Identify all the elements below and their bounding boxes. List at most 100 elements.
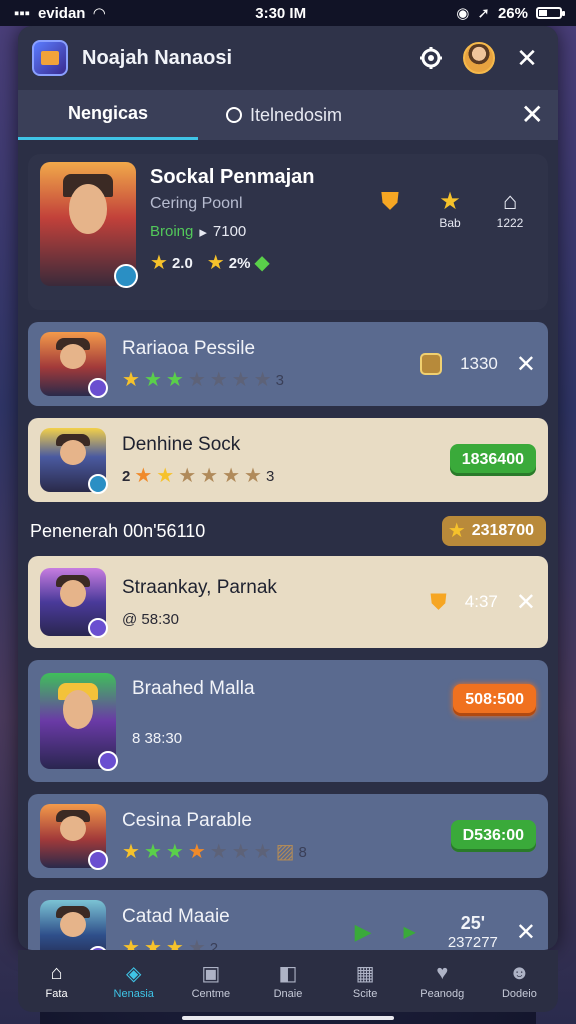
section-header: Penenerah 00n'56110 ★ 2318700 (28, 514, 548, 556)
star-icon: ★ (150, 252, 168, 274)
clock: 3:30 IM (255, 4, 307, 22)
character-portrait (40, 900, 108, 950)
status-bar: ▪▪▪ evidan ◠ 3:30 IM ◉ ➚ 26% (0, 0, 576, 26)
face (59, 815, 87, 842)
remove-button[interactable]: ✕ (516, 588, 536, 617)
action-button[interactable]: D536:00 (450, 820, 536, 852)
remove-button[interactable]: ✕ (516, 918, 536, 947)
tab-bar: Nengicas Itelnedosim ✕ (18, 90, 558, 140)
status-label: Broing (150, 223, 194, 240)
face (59, 911, 87, 938)
list-item[interactable]: Rariaoa Pessile ★ ★ ★ ★ ★ ★ ★ 3 1330 ✕ (28, 322, 548, 406)
item-values: 25' 237277 (448, 913, 498, 950)
tab-itelnedosim[interactable]: Itelnedosim (198, 90, 378, 140)
character-portrait (40, 568, 108, 638)
item-name: Rariaoa Pessile (122, 338, 256, 359)
value-top: 25' (460, 913, 486, 933)
profile-icon: ☻ (508, 961, 530, 984)
content: Sockal Penmajan Cering Poonl Broing ▸ 71… (18, 140, 558, 950)
app-icon[interactable] (32, 40, 68, 76)
nav-calendar[interactable]: ▣ Centme (178, 962, 244, 1001)
list-item[interactable]: Catad Maaie ★ ★ ★ ★ 2 ▶ ▶ 25' 237277 ✕ (28, 890, 548, 950)
star-icon: ★ (165, 369, 184, 391)
carrier-label: evidan (37, 4, 86, 22)
star-icon: ★ (165, 841, 184, 863)
face (59, 343, 87, 370)
level-badge (88, 618, 108, 638)
nav-games[interactable]: ◈ Nenasia (101, 962, 167, 1001)
star-icon: ★ (206, 252, 225, 274)
star-icon: ★ (178, 465, 197, 487)
character-portrait (40, 673, 118, 771)
rating: 2 ★ ★ ★ ★ ★ ★ 3 (122, 466, 450, 486)
nav-profile[interactable]: ☻ Dodeio (486, 961, 552, 1001)
rating: ★ ★ ★ ★ 2 (122, 938, 355, 950)
level-badge (98, 751, 118, 771)
item-name: Braahed Malla (132, 678, 255, 699)
star-icon: ★ (187, 937, 206, 950)
star-icon: ★ (209, 841, 228, 863)
box-icon: ◧ (278, 962, 298, 985)
home-indicator[interactable] (182, 1016, 394, 1020)
clock-icon (226, 107, 242, 123)
action-button[interactable]: 1836400 (449, 444, 536, 476)
rating: ★ ★ ★ ★ ★ ★ ★ ▨ 8 (122, 842, 451, 862)
nav-label: Dnaie (273, 988, 303, 1000)
nav-chat[interactable]: ♥ Peanodg (409, 962, 475, 1001)
close-button[interactable]: ✕ (510, 41, 544, 75)
nav-home[interactable]: ⌂ Fata (24, 962, 90, 1001)
side-label-2: 1222 (496, 216, 524, 230)
featured-title: Sockal Penmajan (150, 166, 315, 188)
calendar-icon: ▣ (201, 962, 221, 985)
settings-button[interactable] (414, 41, 448, 75)
gem-icon: ◆ (254, 252, 270, 274)
flag-icon: ▶ (354, 919, 372, 944)
face (62, 690, 94, 729)
shield-icon: ⛊ (430, 589, 447, 614)
location-icon: ◉ (456, 5, 470, 22)
nav-box[interactable]: ◧ Dnaie (255, 962, 321, 1001)
profile-button[interactable] (462, 41, 496, 75)
star-icon: ★ (122, 841, 140, 863)
tab-close-button[interactable]: ✕ (521, 98, 544, 131)
character-portrait (40, 804, 108, 870)
battery-label: 26% (497, 4, 528, 22)
status-value: 7100 (212, 223, 247, 240)
featured-card[interactable]: Sockal Penmajan Cering Poonl Broing ▸ 71… (28, 154, 548, 310)
nav-grid[interactable]: ▦ Scite (332, 962, 398, 1001)
item-value: 1330 (460, 354, 498, 373)
signal-icon: ▪▪▪ (14, 4, 30, 22)
page-title: Noajah Nanaosi (82, 46, 233, 69)
star-icon: ★ (143, 369, 162, 391)
star-icon: ★ (222, 465, 241, 487)
star-icon: ★ (200, 465, 219, 487)
grid-icon: ▦ (355, 962, 375, 985)
shield-icon: ⛊ (381, 188, 399, 215)
star-icon: ★ (231, 369, 250, 391)
arrow-icon: ➚ (477, 5, 490, 22)
list-item[interactable]: Braahed Malla 8 38:30 508:500 (28, 660, 548, 782)
list-item[interactable]: Denhine Sock 2 ★ ★ ★ ★ ★ ★ 3 1836400 (28, 418, 548, 502)
games-icon: ◈ (126, 962, 142, 985)
face (59, 439, 87, 466)
list-item[interactable]: Straankay, Parnak @ 58:30 ⛊ 4:37 ✕ (28, 556, 548, 648)
remove-button[interactable]: ✕ (516, 350, 536, 379)
rating-count: 2 (209, 939, 219, 951)
wifi-icon: ◠ (93, 5, 106, 22)
tab-nengicas[interactable]: Nengicas (18, 90, 198, 140)
star-icon: ★ (187, 841, 206, 863)
character-portrait (40, 428, 108, 494)
action-button[interactable]: 508:500 (453, 684, 536, 716)
list-item[interactable]: Cesina Parable ★ ★ ★ ★ ★ ★ ★ ▨ 8 D536:00 (28, 794, 548, 878)
nav-label: Nenasia (113, 988, 154, 1000)
close-icon: ✕ (520, 99, 544, 130)
face (68, 184, 108, 234)
item-name: Straankay, Parnak (122, 576, 277, 598)
rating-count: 3 (275, 371, 284, 389)
header: Noajah Nanaosi ✕ (18, 26, 558, 90)
featured-side: ⛊ ★ Bab ⌂ 1222 (368, 188, 532, 230)
featured-stats: ★ 2.0 ★ 2% ◆ (150, 253, 536, 273)
face (59, 580, 87, 608)
level-badge (88, 378, 108, 398)
section-label: Penenerah 00n'56110 (30, 520, 206, 541)
